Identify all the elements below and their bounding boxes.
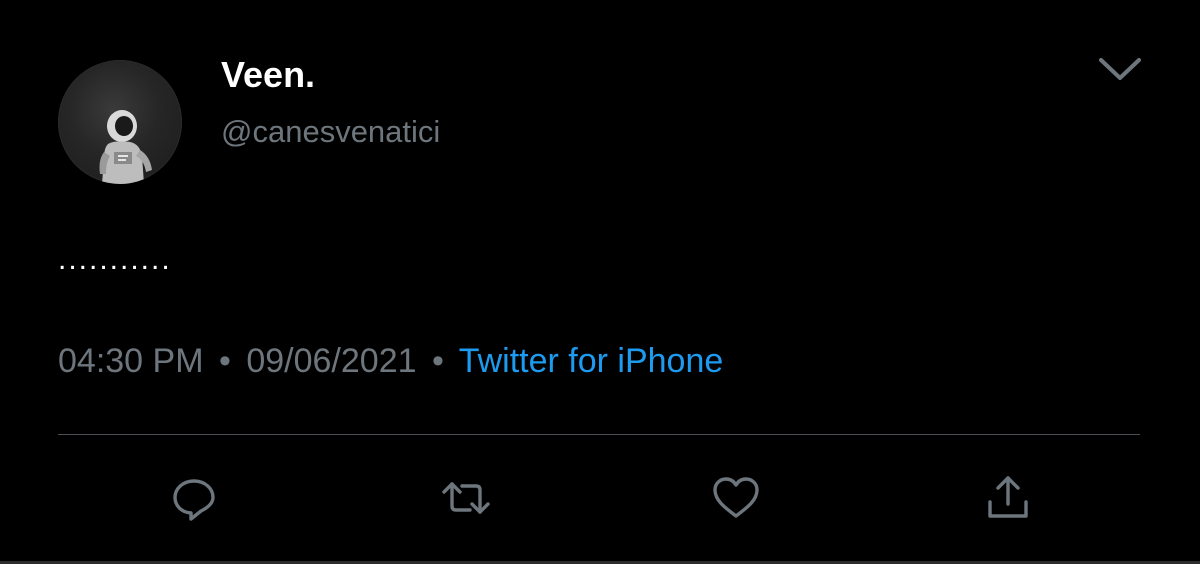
user-handle[interactable]: @canesvenatici (221, 112, 440, 152)
reply-button[interactable] (168, 472, 220, 524)
display-name[interactable]: Veen. (221, 53, 315, 97)
tweet-text: ........... (58, 243, 172, 276)
astronaut-avatar-icon (99, 110, 152, 184)
like-button[interactable] (710, 472, 762, 524)
separator-dot: • (218, 342, 231, 380)
tweet-source-link[interactable]: Twitter for iPhone (459, 342, 724, 380)
tweet-date: 09/06/2021 (246, 342, 417, 380)
tweet-time: 04:30 PM (58, 342, 204, 380)
share-button[interactable] (982, 472, 1034, 524)
reply-icon (173, 479, 215, 521)
tweet-metadata: 04:30 PM • 09/06/2021 • Twitter for iPho… (58, 338, 723, 384)
share-icon (988, 476, 1028, 518)
separator-dot: • (431, 342, 444, 380)
chevron-down-icon[interactable] (1096, 52, 1144, 84)
retweet-icon (442, 482, 490, 514)
divider (58, 434, 1140, 435)
heart-icon (713, 477, 759, 518)
retweet-button[interactable] (440, 472, 492, 524)
avatar[interactable] (58, 60, 182, 184)
